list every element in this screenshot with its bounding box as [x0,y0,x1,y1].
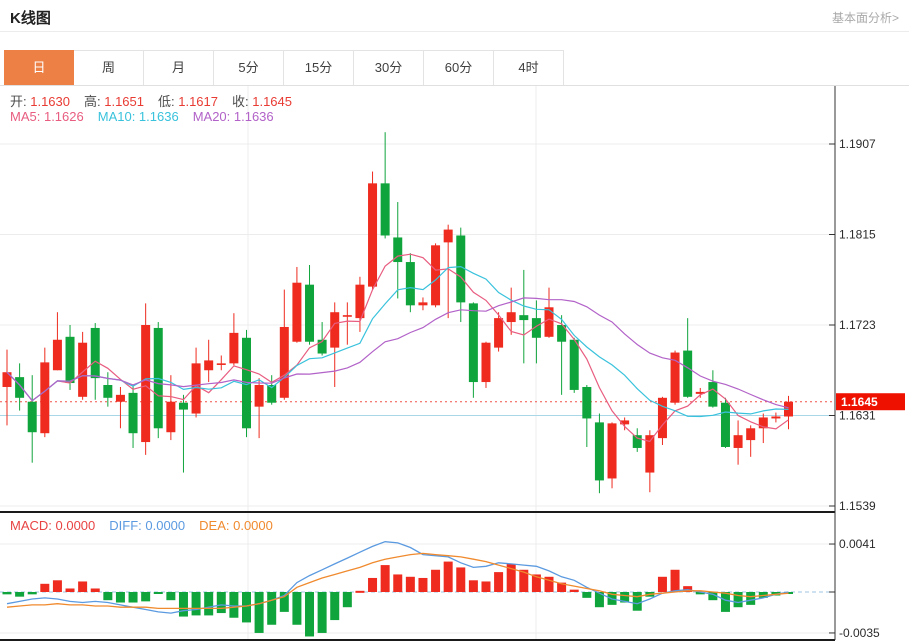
legend-ma-label-0: MA5: [10,109,44,124]
price-tick-3: 1.1631 [839,409,876,423]
ohlc-legend: 开: 1.1630 高: 1.1651 低: 1.1617 收: 1.1645 [10,91,306,110]
legend-ohlc-label-2: 低: [158,94,178,109]
legend-macd-value-1: 0.0000 [145,518,185,533]
legend-ma-value-1: 1.1636 [139,109,179,124]
legend-ma-label-1: MA10: [98,109,139,124]
legend-ma-label-2: MA20: [193,109,234,124]
kline-widget: K线图 基本面分析> 日周月5分15分30分60分4时 1.19071.1815… [0,0,909,643]
legend-ma-value-0: 1.1626 [44,109,84,124]
legend-macd-label-2: DEA: [199,518,233,533]
candlestick-series [3,132,794,493]
macd-tick-0: 0.0041 [839,537,876,551]
legend-ohlc-value-0: 1.1630 [30,94,70,109]
legend-macd-value-0: 0.0000 [56,518,96,533]
price-tick-2: 1.1723 [839,318,876,332]
price-tick-0: 1.1907 [839,137,876,151]
price-tick-1: 1.1815 [839,228,876,242]
macd-legend: MACD: 0.0000DIFF: 0.0000DEA: 0.0000 [10,518,287,533]
legend-ohlc-value-3: 1.1645 [252,94,292,109]
legend-ma-value-2: 1.1636 [234,109,274,124]
price-axis-labels: 1.1907 1.1815 1.1723 1.1631 1.1539 0.0041 -0.0… [829,137,880,640]
price-tick-4: 1.1539 [839,499,876,513]
legend-ohlc-label-0: 开: [10,94,30,109]
legend-ohlc-label-3: 收: [232,94,252,109]
legend-ohlc-value-1: 1.1651 [104,94,144,109]
legend-macd-label-0: MACD: [10,518,56,533]
legend-ohlc-value-2: 1.1617 [178,94,218,109]
current-price-badge-text: 1.1645 [841,395,878,409]
legend-macd-value-2: 0.0000 [233,518,273,533]
legend-macd-label-1: DIFF: [109,518,145,533]
ma-legend: MA5: 1.1626MA10: 1.1636MA20: 1.1636 [10,109,288,124]
macd-tick-1: -0.0035 [839,626,880,640]
current-price-badge: 1.1645 [836,393,905,410]
legend-ohlc-label-1: 高: [84,94,104,109]
macd-histogram [3,562,794,637]
gridlines [0,86,835,640]
